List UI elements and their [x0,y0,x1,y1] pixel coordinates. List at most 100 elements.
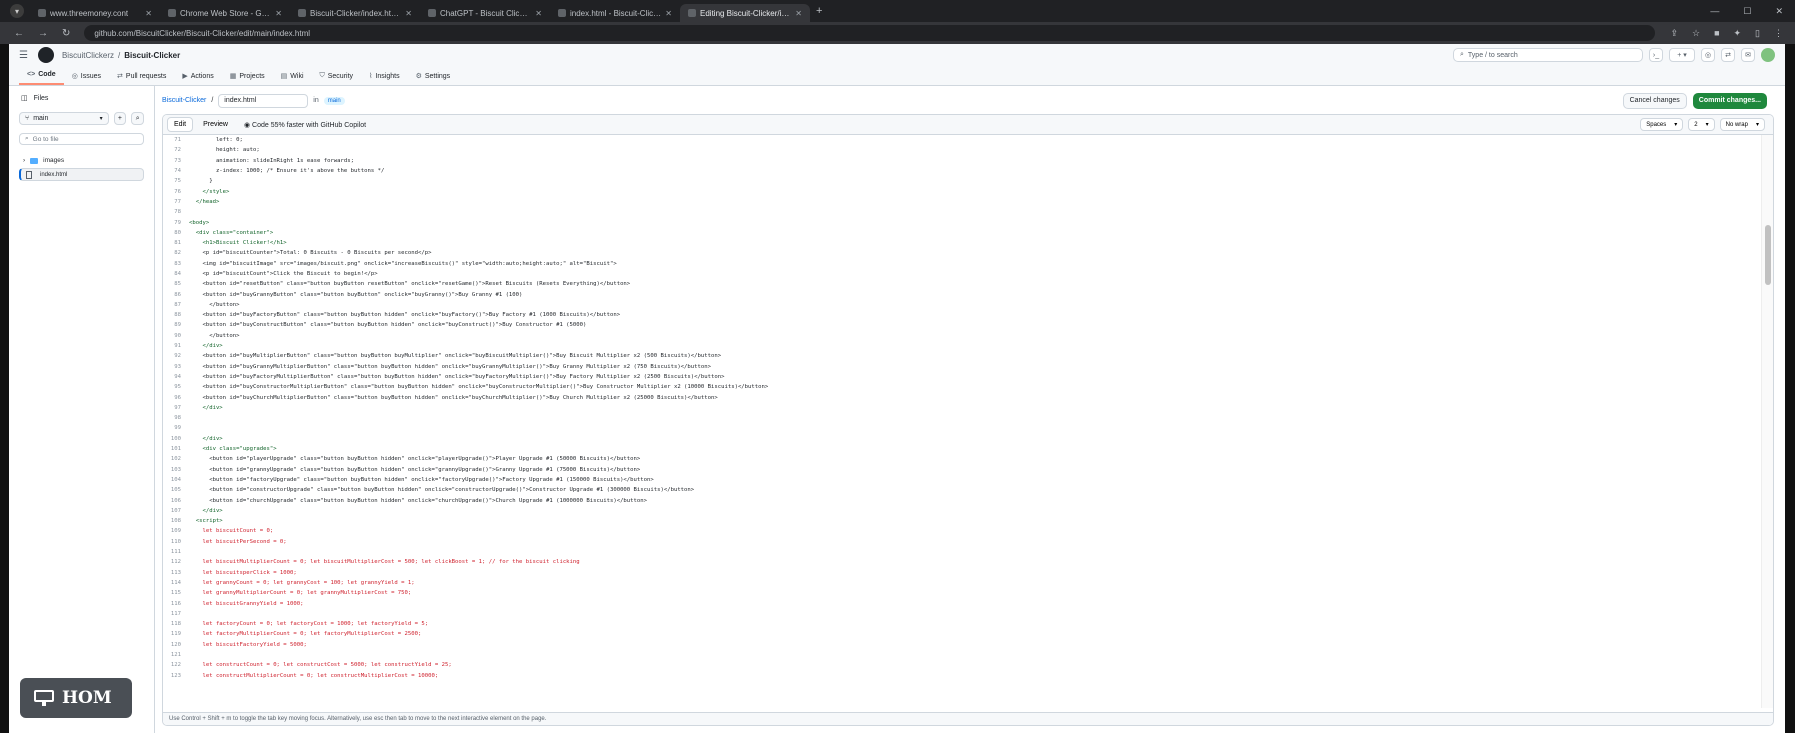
browser-tab[interactable]: Editing Biscuit-Clicker/index.ht✕ [680,4,810,22]
browser-tab[interactable]: www.threemoney.cont ✕ [30,4,160,22]
filename-input[interactable]: index.html [218,93,309,108]
indent-size-select[interactable]: 2 ▾ [1688,118,1715,131]
owner-link[interactable]: BiscuitClickerz [62,51,114,60]
go-to-file-input[interactable]: ⌕ Go to file [19,133,144,145]
code-line[interactable]: 95 <button id="buyConstructorMultiplierB… [163,382,1761,392]
editor-scrollbar[interactable] [1761,135,1773,708]
avatar[interactable] [1761,48,1775,62]
repo-breadcrumb-link[interactable]: Biscuit-Clicker [162,97,206,104]
code-line[interactable]: 87 </button> [163,300,1761,310]
commit-changes-button[interactable]: Commit changes... [1692,92,1767,109]
code-line[interactable]: 116 let biscuitGrannyYield = 1000; [163,598,1761,608]
close-icon[interactable]: ✕ [145,9,152,18]
code-line[interactable]: 77 </head> [163,197,1761,207]
repo-link[interactable]: Biscuit-Clicker [124,51,180,60]
search-input[interactable]: ⌕ Type / to search [1453,48,1643,62]
browser-tab[interactable]: Chrome Web Store - Google ✕ [160,4,290,22]
code-content[interactable]: 71 left: 0; 72 height: auto; 73 animation:… [163,135,1761,708]
address-bar[interactable]: github.com/BiscuitClicker/Biscuit-Clicke… [84,25,1655,41]
code-line[interactable]: 120 let biscuitFactoryYield = 5000; [163,640,1761,650]
code-line[interactable]: 112 let biscuitMultiplierCount = 0; let … [163,557,1761,567]
forward-arrow-icon[interactable]: → [38,28,48,39]
reload-icon[interactable]: ↻ [62,28,70,39]
tab-pull-requests[interactable]: ⇄ Pull requests [109,72,174,85]
code-line[interactable]: 109 let biscuitCount = 0; [163,526,1761,536]
tree-item-folder[interactable]: › images [19,153,144,168]
code-line[interactable]: 78 [163,207,1761,217]
pull-requests-icon[interactable]: ⇄ [1721,48,1735,62]
hom-overlay-button[interactable]: HOM [20,678,132,718]
tab-edit[interactable]: Edit [167,117,194,132]
code-line[interactable]: 71 left: 0; [163,135,1761,145]
code-line[interactable]: 113 let biscuitsperClick = 1000; [163,567,1761,577]
menu-dots-icon[interactable]: ⋮ [1774,28,1783,39]
code-line[interactable]: 104 <button id="factoryUpgrade" class="b… [163,475,1761,485]
maximize-button[interactable]: ☐ [1743,6,1751,17]
cancel-changes-button[interactable]: Cancel changes [1622,92,1687,109]
code-line[interactable]: 79 <body> [163,217,1761,227]
code-line[interactable]: 81 <h1>Biscuit Clicker!</h1> [163,238,1761,248]
code-line[interactable]: 88 <button id="buyFactoryButton" class="… [163,310,1761,320]
tab-projects[interactable]: ▦ Projects [222,72,273,85]
tab-actions[interactable]: ▶ Actions [174,72,221,85]
browser-tab[interactable]: index.html - Biscuit-Clicker ✕ [550,4,680,22]
code-line[interactable]: 103 <button id="grannyUpgrade" class="bu… [163,465,1761,475]
wrap-mode-select[interactable]: No wrap ▾ [1719,118,1765,131]
code-line[interactable]: 119 let factoryMultiplierCount = 0; let … [163,629,1761,639]
sidepanel-icon[interactable]: ▯ [1755,28,1760,39]
code-line[interactable]: 122 let constructCount = 0; let construc… [163,660,1761,670]
code-line[interactable]: 92 <button id="buyMultiplierButton" clas… [163,351,1761,361]
close-icon[interactable]: ✕ [535,9,542,18]
code-line[interactable]: 108 <script> [163,516,1761,526]
inbox-icon[interactable]: ✉ [1741,48,1755,62]
code-line[interactable]: 94 <button id="buyFactoryMultiplierButto… [163,372,1761,382]
code-line[interactable]: 115 let grannyMultiplierCount = 0; let g… [163,588,1761,598]
command-palette-icon[interactable]: ›_ [1649,48,1663,62]
search-files-button[interactable]: ⌕ [131,112,144,125]
code-line[interactable]: 110 let biscuitPerSecond = 0; [163,537,1761,547]
code-line[interactable]: 90 </button> [163,331,1761,341]
close-icon[interactable]: ✕ [405,9,412,18]
code-line[interactable]: 76 </style> [163,186,1761,196]
code-line[interactable]: 98 [163,413,1761,423]
issues-icon[interactable]: ◎ [1701,48,1715,62]
add-file-button[interactable]: + [113,112,127,125]
code-line[interactable]: 114 let grannyCount = 0; let grannyCost … [163,578,1761,588]
code-line[interactable]: 117 [163,609,1761,619]
close-icon[interactable]: ✕ [795,9,802,18]
tab-wiki[interactable]: ▤ Wiki [273,72,312,85]
code-line[interactable]: 80 <div class="container"> [163,228,1761,238]
tab-issues[interactable]: ◎ Issues [64,72,109,85]
code-line[interactable]: 93 <button id="buyGrannyMultiplierButton… [163,362,1761,372]
code-line[interactable]: 96 <button id="buyChurchMultiplierButton… [163,392,1761,402]
code-line[interactable]: 91 </div> [163,341,1761,351]
code-line[interactable]: 74 z-index: 1000; /* Ensure it's above t… [163,166,1761,176]
code-line[interactable]: 75 } [163,176,1761,186]
tab-security[interactable]: ⛉ Security [312,72,362,85]
code-line[interactable]: 72 height: auto; [163,145,1761,155]
indent-mode-select[interactable]: Spaces ▾ [1640,118,1684,131]
code-line[interactable]: 105 <button id="constructorUpgrade" clas… [163,485,1761,495]
close-window-button[interactable]: ✕ [1775,6,1783,17]
code-line[interactable]: 106 <button id="churchUpgrade" class="bu… [163,495,1761,505]
extension-icon[interactable]: ■ [1714,28,1719,39]
branch-selector[interactable]: ⑂ main ▾ [19,112,109,125]
code-line[interactable]: 102 <button id="playerUpgrade" class="bu… [163,454,1761,464]
scrollbar-thumb[interactable] [1765,225,1771,285]
code-line[interactable]: 84 <p id="biscuitCount">Click the Biscui… [163,269,1761,279]
github-logo-icon[interactable] [37,47,54,63]
tab-settings[interactable]: ⚙ Settings [408,72,459,85]
code-line[interactable]: 121 [163,650,1761,660]
star-icon[interactable]: ☆ [1692,28,1700,39]
sidebar-collapse-icon[interactable]: ◫ [21,94,28,102]
tree-item-file[interactable]: index.html [19,168,144,181]
copilot-promo[interactable]: ◉ Code 55% faster with GitHub Copilot [244,121,366,129]
code-line[interactable]: 111 [163,547,1761,557]
share-icon[interactable]: ⇪ [1670,28,1678,39]
puzzle-icon[interactable]: ✦ [1734,28,1742,39]
code-line[interactable]: 89 <button id="buyConstructButton" class… [163,320,1761,330]
create-new-button[interactable]: + ▾ [1669,48,1695,62]
code-line[interactable]: 107 </div> [163,506,1761,516]
browser-tab[interactable]: ChatGPT - Biscuit Clicker Game✕ [420,4,550,22]
code-line[interactable]: 100 </div> [163,434,1761,444]
